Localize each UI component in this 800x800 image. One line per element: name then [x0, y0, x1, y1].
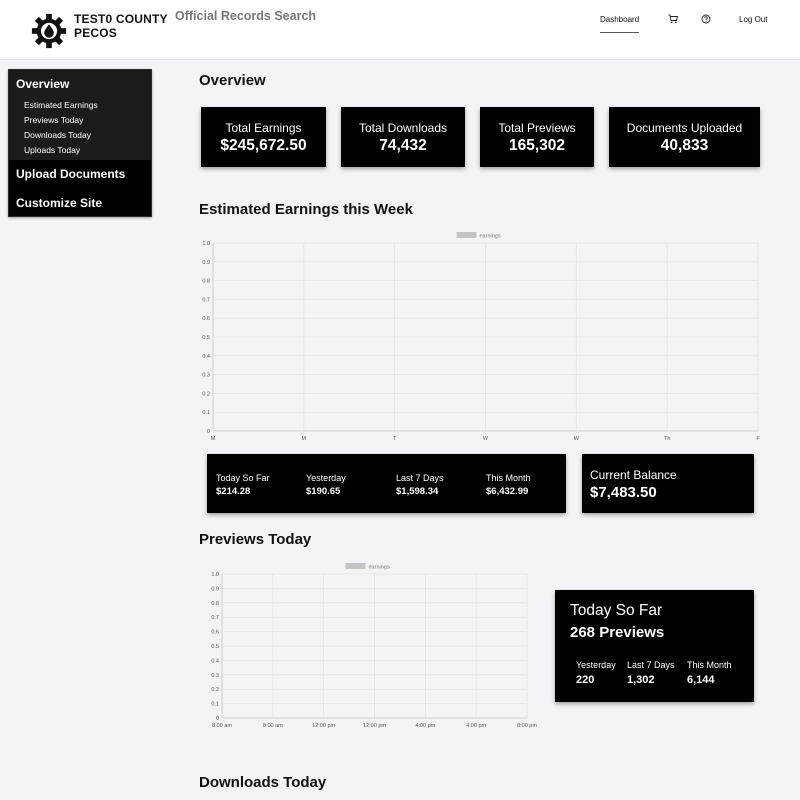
- sidebar-subitem-uploads-today[interactable]: Uploads Today: [24, 145, 80, 155]
- y-tick-label: 0: [207, 429, 210, 435]
- legend-label: earnings: [480, 234, 501, 240]
- stat-label: Documents Uploaded: [626, 121, 743, 135]
- top-header: TEST0 COUNTY PECOS Official Records Sear…: [0, 0, 800, 60]
- y-tick-label: 0.5: [202, 335, 210, 341]
- help-icon[interactable]: [701, 14, 711, 24]
- earnings-today-value: $214.28: [216, 486, 251, 497]
- y-tick-label: 1.0: [202, 241, 210, 247]
- stat-value: 165,302: [508, 137, 566, 154]
- stat-label: Total Previews: [498, 121, 576, 135]
- y-tick-label: 0.4: [211, 658, 219, 664]
- earnings-month-value: $6,432.99: [486, 486, 529, 497]
- balance-label: Current Balance: [590, 468, 677, 482]
- previews-yesterday-value: 220: [576, 674, 595, 686]
- y-tick-label: 0.1: [202, 410, 210, 416]
- previews-last7-value: 1,302: [627, 674, 655, 686]
- sidebar-subitem-previews-today[interactable]: Previews Today: [24, 115, 83, 125]
- earnings-last7-value: $1,598.34: [396, 486, 439, 497]
- earnings-last7-label: Last 7 Days: [396, 473, 444, 483]
- earnings-month-label: This Month: [486, 473, 531, 483]
- stat-value: 74,432: [379, 137, 427, 154]
- stat-card-total-earnings: Total Earnings $245,672.50: [201, 107, 326, 167]
- previews-month-value: 6,144: [687, 674, 715, 686]
- y-tick-label: 0.8: [202, 279, 210, 285]
- previews-today-label: Today So Far: [570, 602, 663, 619]
- stat-card-total-downloads: Total Downloads 74,432: [341, 107, 465, 167]
- y-tick-label: 0.2: [211, 687, 219, 693]
- x-tick-label: 12:00 pm: [312, 723, 335, 729]
- balance-value: $7,483.50: [590, 484, 657, 501]
- y-tick-label: 0.8: [211, 601, 219, 607]
- x-tick-label: 12:00 pm: [363, 723, 386, 729]
- stat-card-total-previews: Total Previews 165,302: [480, 107, 594, 167]
- x-tick-label: 8:00 am: [263, 723, 283, 729]
- x-tick-label: Th: [664, 436, 670, 442]
- sidebar-item-overview[interactable]: Overview: [16, 77, 69, 91]
- previews-today-card: Today So Far 268 Previews Yesterday 220 …: [555, 590, 754, 702]
- earnings-summary-card: Today So Far $214.28 Yesterday $190.65 L…: [207, 454, 566, 513]
- x-tick-label: 8:00 pm: [517, 723, 537, 729]
- y-tick-label: 0.6: [202, 316, 210, 322]
- x-tick-label: W: [574, 436, 580, 442]
- y-tick-label: 1.0: [211, 572, 219, 578]
- previews-last7-label: Last 7 Days: [627, 660, 675, 670]
- earnings-section-title: Estimated Earnings this Week: [199, 201, 413, 218]
- x-tick-label: 8:00 am: [212, 723, 232, 729]
- logo-line-1: TEST0 COUNTY: [74, 12, 168, 26]
- x-tick-label: F: [756, 436, 760, 442]
- earnings-yesterday-label: Yesterday: [306, 473, 346, 483]
- previews-yesterday-label: Yesterday: [576, 660, 616, 670]
- app-subtitle: Official Records Search: [175, 9, 317, 23]
- y-tick-label: 0.7: [202, 297, 210, 303]
- x-tick-label: 4:00 pm: [466, 723, 486, 729]
- y-tick-label: 0.3: [211, 673, 219, 679]
- x-tick-label: 4:00 pm: [415, 723, 435, 729]
- y-tick-label: 0.9: [211, 586, 219, 592]
- previews-chart: 0 0.1 0.2 0.3 0.4 0.5 0.6 0.7 0.8 0.9 1.0 8:00 am 8:…: [211, 563, 537, 729]
- y-tick-label: 0.4: [202, 354, 210, 360]
- logo-line-2: PECOS: [74, 26, 118, 40]
- logout-link[interactable]: Log Out: [739, 15, 767, 24]
- earnings-yesterday-value: $190.65: [306, 486, 341, 497]
- sidebar-item-customize-site[interactable]: Customize Site: [16, 196, 102, 210]
- y-tick-label: 0.2: [202, 391, 210, 397]
- overview-title: Overview: [199, 72, 266, 89]
- sidebar-nav: Overview Estimated Earnings Previews Tod…: [8, 69, 152, 217]
- x-tick-label: W: [483, 436, 489, 442]
- y-tick-label: 0.9: [202, 260, 210, 266]
- stat-label: Total Downloads: [358, 121, 448, 135]
- stat-value: 40,833: [660, 137, 709, 154]
- x-tick-label: M: [211, 436, 216, 442]
- y-tick-label: 0.1: [211, 702, 219, 708]
- legend-label: earnings: [369, 565, 390, 571]
- county-logo-text[interactable]: TEST0 COUNTY PECOS: [74, 12, 168, 40]
- x-tick-label: M: [302, 436, 307, 442]
- legend-swatch[interactable]: [456, 232, 477, 238]
- sidebar-subitem-downloads-today[interactable]: Downloads Today: [24, 130, 91, 140]
- y-tick-label: 0: [216, 716, 219, 722]
- previews-month-label: This Month: [687, 660, 732, 670]
- y-tick-label: 0.5: [211, 644, 219, 650]
- downloads-section-title: Downloads Today: [199, 774, 327, 791]
- stat-value: $245,672.50: [220, 137, 307, 154]
- y-tick-label: 0.6: [211, 630, 219, 636]
- y-tick-label: 0.3: [202, 373, 210, 379]
- sidebar-item-upload-documents[interactable]: Upload Documents: [16, 167, 125, 181]
- stat-card-documents-uploaded: Documents Uploaded 40,833: [609, 107, 760, 167]
- earnings-today-label: Today So Far: [216, 473, 270, 483]
- sidebar-subitem-estimated-earnings[interactable]: Estimated Earnings: [24, 100, 98, 110]
- legend-swatch[interactable]: [345, 563, 366, 569]
- previews-section-title: Previews Today: [199, 531, 312, 548]
- nav-dashboard-link[interactable]: Dashboard: [600, 15, 640, 33]
- earnings-chart: 0 0.1 0.2 0.3 0.4 0.5 0.6 0.7 0.8 0.9 1.0 M M T W W Th Fe…: [202, 232, 760, 442]
- cart-icon[interactable]: [668, 14, 678, 24]
- y-tick-label: 0.7: [211, 615, 219, 621]
- previews-today-value: 268 Previews: [570, 624, 665, 641]
- stat-label: Total Earnings: [225, 121, 302, 135]
- current-balance-card: Current Balance $7,483.50: [582, 454, 754, 513]
- gear-drop-logo-icon: [31, 13, 67, 49]
- x-tick-label: T: [393, 436, 397, 442]
